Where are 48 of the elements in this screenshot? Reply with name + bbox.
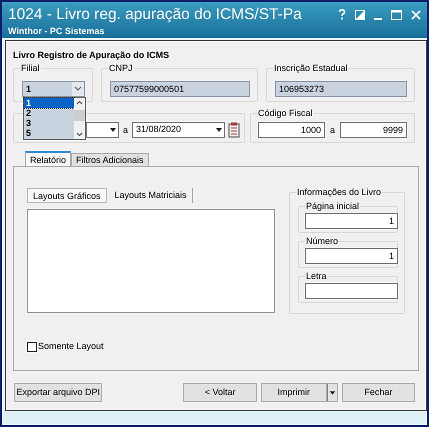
scrollbar[interactable] [74, 98, 85, 139]
group-label: Filial [20, 62, 41, 74]
group-label: Inscrição Estadual [273, 62, 349, 74]
group-label: Página inicial [305, 200, 360, 212]
tab[interactable]: Filtros Adicionais [71, 153, 149, 166]
input-field[interactable]: 1 [305, 248, 398, 264]
export-button[interactable]: Exportar arquivo DPI [14, 383, 102, 402]
date-field[interactable] [86, 122, 119, 138]
date-field[interactable]: 31/08/2020 [132, 122, 226, 138]
input-field[interactable]: 9999 [340, 122, 407, 138]
dropdown-option[interactable]: 5 [24, 128, 74, 138]
contrast-icon[interactable] [355, 10, 365, 20]
checkbox-label: Somente Layout [38, 340, 104, 353]
window-title: 1024 - Livro reg. apuração do ICMS/ST-Pa [8, 5, 303, 25]
group-label: Letra [305, 270, 328, 282]
dropdown-button[interactable] [326, 383, 338, 402]
group-label: Código Fiscal [257, 107, 314, 119]
checkbox[interactable] [27, 342, 37, 352]
window-subtitle: Winthor - PC Sistemas [8, 26, 106, 36]
group-label: Informações do Livro [296, 186, 382, 198]
input-field[interactable]: 1 [305, 213, 398, 229]
chevron-up-icon[interactable] [74, 98, 85, 107]
chevron-down-icon[interactable] [72, 82, 84, 96]
maximize-icon[interactable] [391, 10, 402, 20]
input-field[interactable] [305, 283, 398, 299]
dropdown-option[interactable]: 2 [24, 108, 74, 118]
group-label: CNPJ [108, 62, 134, 74]
form-title: Livro Registro de Apuração do ICMS [13, 49, 170, 61]
print-button[interactable]: Imprimir [260, 383, 327, 402]
separator-text: a [122, 124, 130, 137]
dropdown-option[interactable]: 3 [24, 118, 74, 128]
close-icon[interactable] [411, 10, 421, 20]
tab[interactable]: Layouts Gráficos [27, 188, 107, 203]
select-field[interactable]: 1 [22, 81, 85, 97]
group-label: Número [305, 235, 340, 247]
chevron-down-icon[interactable] [74, 130, 85, 139]
help-icon[interactable] [338, 9, 346, 20]
tab[interactable]: Relatório [25, 151, 72, 166]
input-field[interactable]: 106953273 [275, 81, 407, 97]
calendar-icon[interactable] [228, 122, 240, 138]
separator-text: a [330, 124, 335, 137]
input-field[interactable]: 1000 [258, 122, 325, 138]
dialog-button[interactable]: Fechar [342, 383, 415, 402]
dropdown-option[interactable]: 1 [24, 98, 74, 108]
input-field[interactable]: 07577599000501 [110, 81, 250, 97]
tab[interactable]: Layouts Matriciais [110, 188, 193, 203]
dialog-button[interactable]: < Voltar [183, 383, 257, 402]
layout-list[interactable] [27, 209, 275, 313]
